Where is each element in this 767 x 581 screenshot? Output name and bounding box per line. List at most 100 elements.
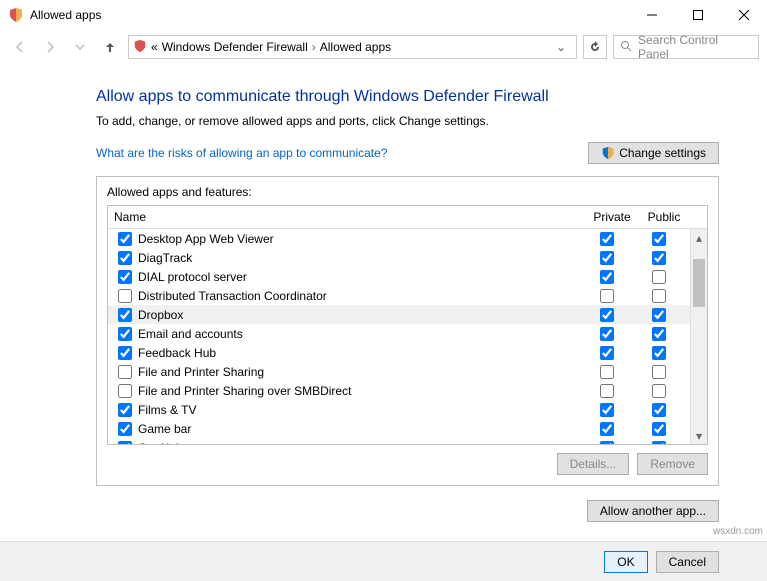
footer: OK Cancel: [0, 541, 767, 581]
maximize-button[interactable]: [675, 0, 721, 30]
search-icon: [620, 40, 632, 55]
watermark: wsxdn.com: [713, 526, 763, 537]
scroll-down-icon[interactable]: ▾: [691, 427, 707, 444]
table-row[interactable]: DIAL protocol server: [108, 267, 690, 286]
app-enable-checkbox[interactable]: [118, 346, 132, 360]
col-public[interactable]: Public: [638, 206, 690, 228]
private-checkbox[interactable]: [600, 251, 614, 265]
cancel-button[interactable]: Cancel: [656, 551, 719, 573]
table-row[interactable]: Email and accounts: [108, 324, 690, 343]
public-checkbox[interactable]: [652, 422, 666, 436]
private-checkbox[interactable]: [600, 384, 614, 398]
col-private[interactable]: Private: [586, 206, 638, 228]
private-checkbox[interactable]: [600, 327, 614, 341]
scrollbar[interactable]: ▴ ▾: [690, 229, 707, 444]
table-row[interactable]: Get Help: [108, 438, 690, 444]
public-checkbox[interactable]: [652, 441, 666, 445]
table-row[interactable]: Films & TV: [108, 400, 690, 419]
app-enable-checkbox[interactable]: [118, 384, 132, 398]
up-button[interactable]: [98, 35, 122, 59]
private-checkbox[interactable]: [600, 270, 614, 284]
close-button[interactable]: [721, 0, 767, 30]
back-button[interactable]: [8, 35, 32, 59]
app-icon: [8, 7, 24, 23]
shield-icon: [601, 146, 615, 160]
table-body: Desktop App Web Viewer DiagTrack DIAL prot…: [108, 229, 690, 444]
table-row[interactable]: Distributed Transaction Coordinator: [108, 286, 690, 305]
window-title: Allowed apps: [30, 8, 629, 22]
crumb-firewall[interactable]: Windows Defender Firewall: [162, 40, 308, 54]
app-enable-checkbox[interactable]: [118, 441, 132, 445]
public-checkbox[interactable]: [652, 308, 666, 322]
app-enable-checkbox[interactable]: [118, 327, 132, 341]
table-row[interactable]: DiagTrack: [108, 248, 690, 267]
app-enable-checkbox[interactable]: [118, 251, 132, 265]
private-checkbox[interactable]: [600, 441, 614, 445]
app-name: Distributed Transaction Coordinator: [138, 289, 580, 303]
remove-button[interactable]: Remove: [637, 453, 708, 475]
public-checkbox[interactable]: [652, 289, 666, 303]
public-checkbox[interactable]: [652, 251, 666, 265]
app-enable-checkbox[interactable]: [118, 422, 132, 436]
private-checkbox[interactable]: [600, 346, 614, 360]
search-placeholder: Search Control Panel: [638, 33, 752, 61]
app-enable-checkbox[interactable]: [118, 289, 132, 303]
navbar: « Windows Defender Firewall › Allowed ap…: [0, 30, 767, 64]
app-name: Game bar: [138, 422, 580, 436]
app-enable-checkbox[interactable]: [118, 232, 132, 246]
app-name: Dropbox: [138, 308, 580, 322]
scroll-up-icon[interactable]: ▴: [691, 229, 707, 246]
firewall-icon: [133, 39, 147, 56]
search-input[interactable]: Search Control Panel: [613, 35, 759, 59]
private-checkbox[interactable]: [600, 308, 614, 322]
public-checkbox[interactable]: [652, 327, 666, 341]
table-row[interactable]: Game bar: [108, 419, 690, 438]
minimize-button[interactable]: [629, 0, 675, 30]
ok-button[interactable]: OK: [604, 551, 647, 573]
app-name: Email and accounts: [138, 327, 580, 341]
table-row[interactable]: Dropbox: [108, 305, 690, 324]
private-checkbox[interactable]: [600, 422, 614, 436]
private-checkbox[interactable]: [600, 289, 614, 303]
app-enable-checkbox[interactable]: [118, 403, 132, 417]
forward-button[interactable]: [38, 35, 62, 59]
content: Allow apps to communicate through Window…: [0, 64, 767, 486]
page-subtext: To add, change, or remove allowed apps a…: [96, 114, 719, 128]
app-name: Desktop App Web Viewer: [138, 232, 580, 246]
public-checkbox[interactable]: [652, 232, 666, 246]
risk-link[interactable]: What are the risks of allowing an app to…: [96, 146, 387, 160]
crumb-sep: «: [151, 40, 158, 54]
change-settings-button[interactable]: Change settings: [588, 142, 719, 164]
app-enable-checkbox[interactable]: [118, 308, 132, 322]
table-row[interactable]: Feedback Hub: [108, 343, 690, 362]
chevron-right-icon: ›: [312, 40, 316, 54]
app-name: DIAL protocol server: [138, 270, 580, 284]
public-checkbox[interactable]: [652, 384, 666, 398]
details-button[interactable]: Details...: [557, 453, 630, 475]
refresh-button[interactable]: [583, 35, 607, 59]
private-checkbox[interactable]: [600, 365, 614, 379]
crumb-allowed[interactable]: Allowed apps: [320, 40, 391, 54]
col-scroll: [690, 206, 707, 228]
apps-table: Name Private Public Desktop App Web View…: [107, 205, 708, 445]
app-enable-checkbox[interactable]: [118, 270, 132, 284]
private-checkbox[interactable]: [600, 403, 614, 417]
address-bar[interactable]: « Windows Defender Firewall › Allowed ap…: [128, 35, 577, 59]
table-row[interactable]: Desktop App Web Viewer: [108, 229, 690, 248]
address-dropdown[interactable]: ⌄: [550, 40, 572, 54]
public-checkbox[interactable]: [652, 403, 666, 417]
public-checkbox[interactable]: [652, 270, 666, 284]
public-checkbox[interactable]: [652, 346, 666, 360]
private-checkbox[interactable]: [600, 232, 614, 246]
allow-another-app-button[interactable]: Allow another app...: [587, 500, 719, 522]
change-settings-label: Change settings: [619, 146, 706, 160]
allowed-apps-panel: Allowed apps and features: Name Private …: [96, 176, 719, 486]
app-name: Films & TV: [138, 403, 580, 417]
app-enable-checkbox[interactable]: [118, 365, 132, 379]
table-row[interactable]: File and Printer Sharing over SMBDirect: [108, 381, 690, 400]
public-checkbox[interactable]: [652, 365, 666, 379]
recent-button[interactable]: [68, 35, 92, 59]
col-name[interactable]: Name: [108, 206, 586, 228]
table-row[interactable]: File and Printer Sharing: [108, 362, 690, 381]
scroll-thumb[interactable]: [693, 259, 705, 307]
